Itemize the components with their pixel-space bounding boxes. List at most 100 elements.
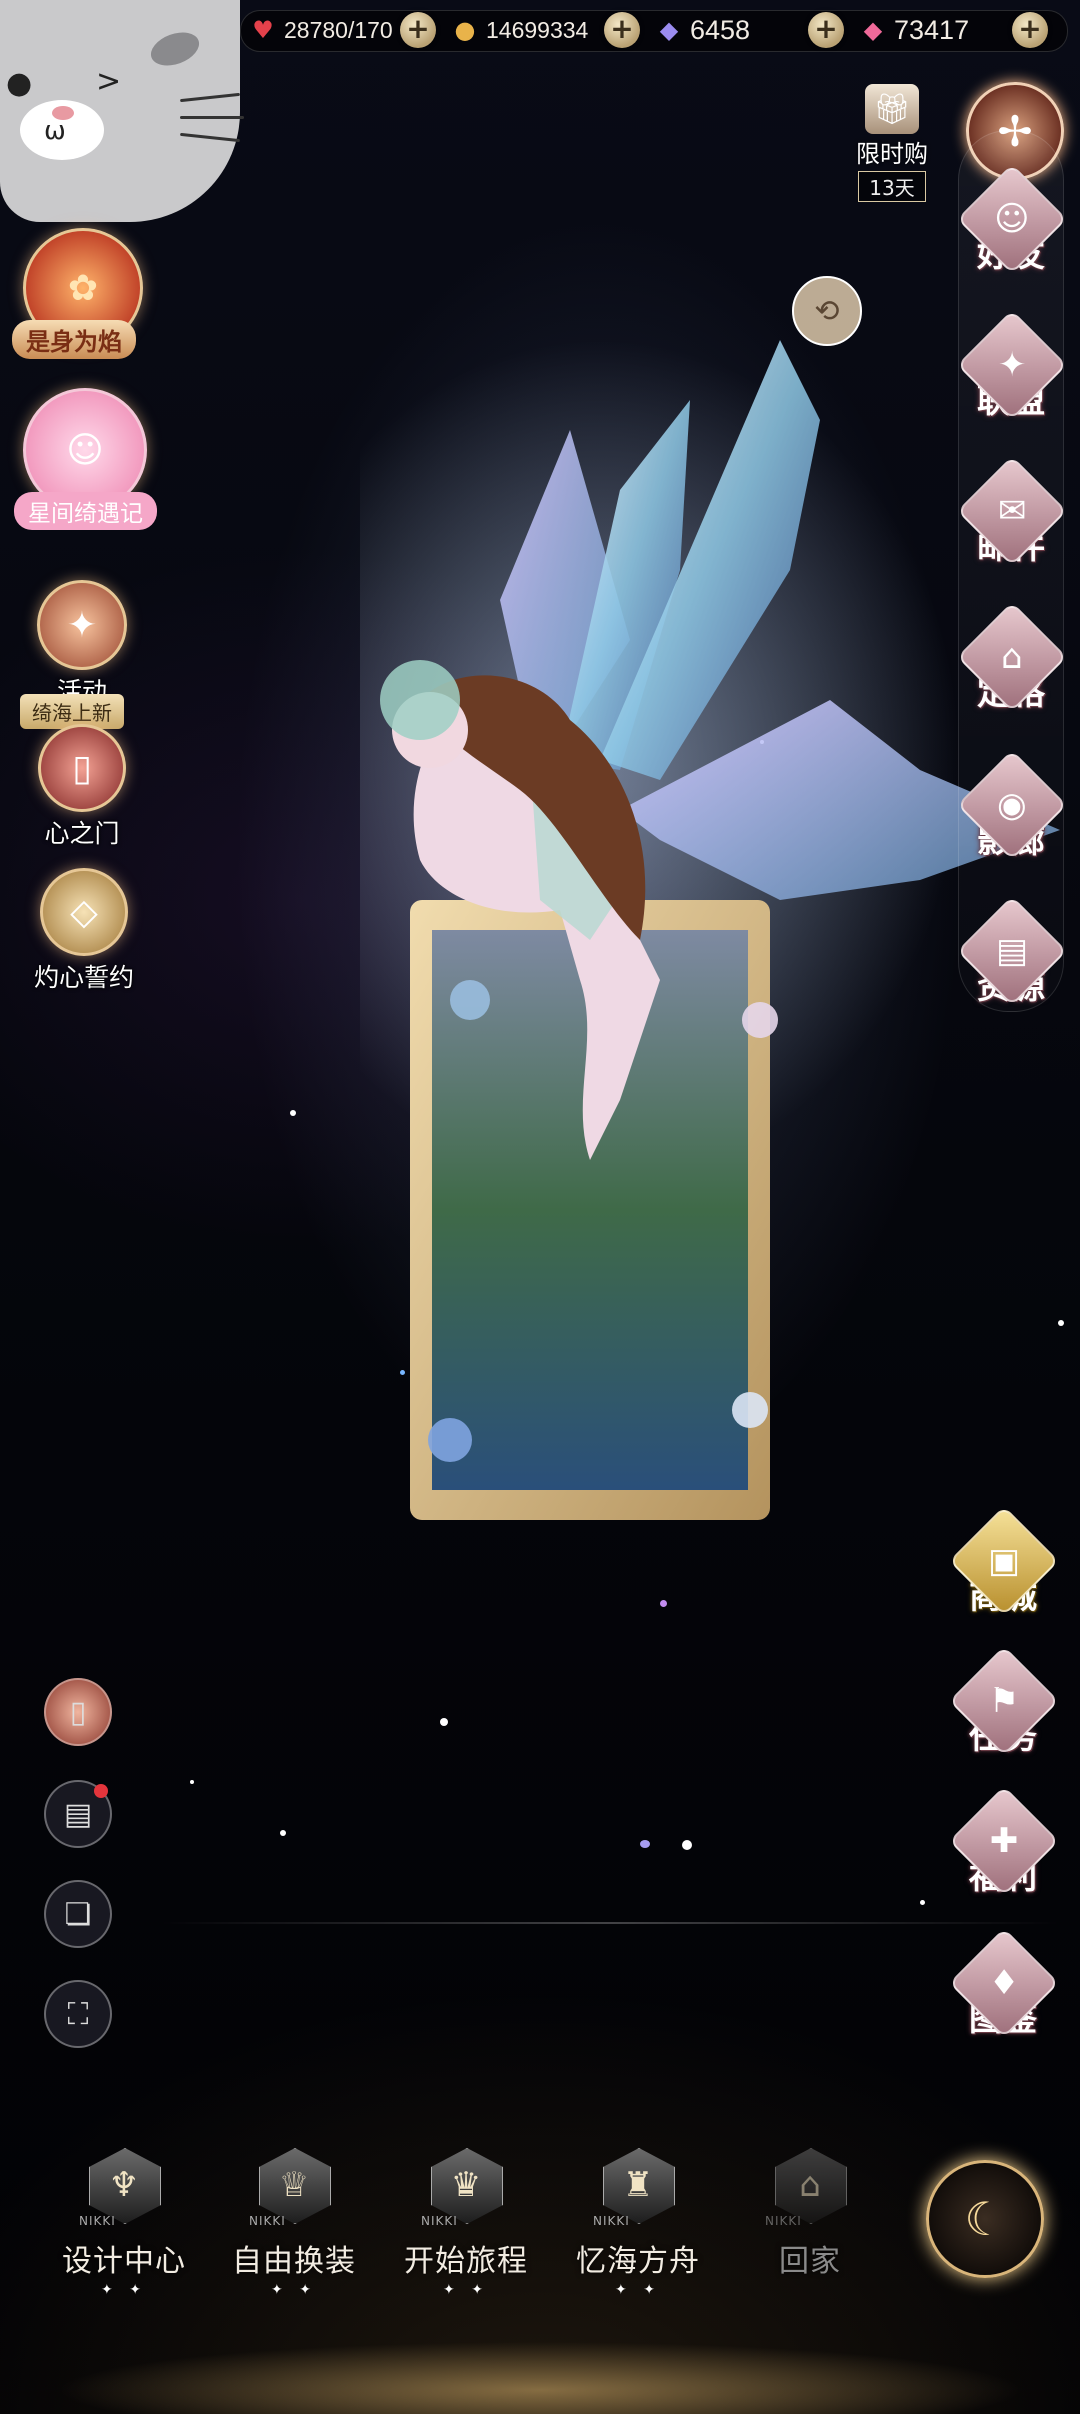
cat-whisker [180, 132, 240, 143]
document-icon: ▤ [956, 895, 1068, 1007]
heart-door-button[interactable]: ▯ 心之门 [22, 724, 142, 850]
heart-door-label: 心之门 [44, 819, 120, 848]
sparkle-decor: ✦ ✦ [443, 2282, 489, 2298]
crest-brand: NIKKI [79, 2214, 116, 2228]
cat-whisker [180, 116, 244, 119]
notice-board-icon: ▤ [63, 1796, 93, 1832]
nav-start-journey[interactable]: ♛ NIKKI 开始旅程 ✦ ✦ [386, 2140, 546, 2298]
catalog-button[interactable]: ♦ 图鉴 [948, 1927, 1060, 2054]
gallery-button[interactable]: ◉ 影廊 [956, 749, 1068, 876]
nav-home-label: 回家 [779, 2244, 841, 2279]
dress-icon: ♕ NIKKI [249, 2140, 339, 2230]
moon-compass-button[interactable]: ☾ [926, 2160, 1044, 2278]
event-star-encounter[interactable]: ☺ 星间绮遇记 [10, 388, 160, 530]
gold-counter: ● 14699334 [452, 10, 589, 50]
crest-brand: NIKKI [765, 2214, 802, 2228]
nav-wardrobe[interactable]: ♕ NIKKI 自由换装 ✦ ✦ [214, 2140, 374, 2298]
gift-box-icon: 🎁︎ [865, 84, 919, 134]
home-icon: ⌂ NIKKI [765, 2140, 855, 2230]
add-gold-button[interactable]: + [604, 12, 640, 48]
rotate-icon: ⟲ [814, 293, 840, 329]
limited-shop-button[interactable]: 🎁︎ 限时购 13天 [836, 84, 948, 202]
activity-button[interactable]: ✦ 活动 [22, 580, 142, 708]
nav-home[interactable]: ⌂ NIKKI 回家 [730, 2140, 890, 2280]
player-avatar[interactable]: ● > ω [0, 0, 244, 222]
sparkle [920, 1900, 925, 1905]
event-star-encounter-label: 星间绮遇记 [14, 492, 157, 530]
pledge-label: 灼心誓约 [33, 963, 134, 992]
blue-diamond-value: 6458 [690, 14, 751, 45]
sparkle [682, 1840, 692, 1850]
moon-star-icon: ☾ [964, 2192, 1006, 2246]
cat-ear [146, 26, 204, 72]
chat-button[interactable]: ❏ [44, 1880, 112, 1948]
fullscreen-button[interactable]: ⛶ [44, 1980, 112, 2048]
sparkle [640, 1840, 650, 1848]
mail-icon: ✉ [956, 455, 1068, 567]
divider-line [160, 1922, 1060, 1924]
tasks-button[interactable]: ⚑ 任务 [948, 1645, 1060, 1772]
pink-diamond-counter: ◆ 73417 [860, 10, 969, 50]
sparkle [660, 1600, 667, 1607]
card-icon: ♦ [948, 1927, 1060, 2039]
card-phone-button[interactable]: ▯ [44, 1678, 112, 1746]
door-icon: ▯ [38, 724, 126, 812]
shopping-bag-icon: ▣ [948, 1505, 1060, 1617]
nav-memory-ark[interactable]: ♜ NIKKI 忆海方舟 ✦ ✦ [558, 2140, 718, 2298]
stamina-value: 28780/170 [284, 16, 393, 43]
house-icon: ⌂ [956, 601, 1068, 713]
event-flame-label: 是身为焰 [12, 320, 136, 359]
add-pink-diamond-button[interactable]: + [1012, 12, 1048, 48]
nav-design-center[interactable]: ♆ NIKKI 设计中心 ✦ ✦ [44, 2140, 204, 2298]
alliance-button[interactable]: ✦ 联盟 [956, 309, 1068, 436]
mail-button[interactable]: ✉ 邮件 [956, 455, 1068, 582]
add-blue-diamond-button[interactable]: + [808, 12, 844, 48]
pink-diamond-value: 73417 [894, 14, 970, 45]
blue-diamond-icon: ◆ [659, 16, 679, 44]
cat-eye: > [96, 64, 122, 99]
sparkle-decor: ✦ ✦ [615, 2282, 661, 2298]
phone-icon: ▯ [69, 1694, 87, 1730]
chat-bubble-icon: ❏ [64, 1896, 92, 1932]
limited-shop-label: 限时购 [856, 140, 928, 168]
cat-eye: ● [6, 66, 33, 101]
resources-button[interactable]: ▤ 资源 [956, 895, 1068, 1022]
notice-button[interactable]: ▤ [44, 1780, 112, 1848]
cat-whisker [180, 92, 240, 103]
friends-button[interactable]: ☺ 好友 [956, 163, 1068, 290]
sparkle [190, 1780, 194, 1784]
add-stamina-button[interactable]: + [400, 12, 436, 48]
gold-value: 14699334 [486, 16, 589, 43]
nav-design-label: 设计中心 [62, 2244, 186, 2279]
design-center-icon: ♆ NIKKI [79, 2140, 169, 2230]
crest-brand: NIKKI [593, 2214, 630, 2228]
shop-button[interactable]: ▣ 商城 [948, 1505, 1060, 1632]
task-flag-icon: ⚑ [948, 1645, 1060, 1757]
sparkle-decor: ✦ ✦ [271, 2282, 317, 2298]
crown-icon: ♛ NIKKI [421, 2140, 511, 2230]
sparkle [290, 1110, 296, 1116]
crest-brand: NIKKI [249, 2214, 286, 2228]
ground-glow [0, 2330, 1080, 2414]
sparkle-decor: ✦ ✦ [101, 2282, 147, 2298]
pledge-button[interactable]: ◇ 灼心誓约 [14, 868, 154, 994]
limited-shop-days: 13天 [858, 171, 926, 202]
game-scene: ● > ω ♥ 28780/170 + ● 14699334 + ◆ 6458 … [0, 0, 1080, 2414]
stamina-counter: ♥ 28780/170 [250, 10, 393, 50]
cat-mouth: ω [44, 116, 66, 146]
pose-button[interactable]: ⌂ 定格 [956, 601, 1068, 728]
alliance-icon: ✦ [956, 309, 1068, 421]
friends-icon: ☺ [956, 163, 1068, 275]
star-activity-icon: ✦ [37, 580, 127, 670]
event-flame[interactable]: ✿ 是身为焰 [8, 228, 158, 359]
crest-brand: NIKKI [421, 2214, 458, 2228]
nav-wardrobe-label: 自由换装 [232, 2244, 356, 2279]
welfare-button[interactable]: ✚ 福利 [948, 1785, 1060, 1912]
fullscreen-icon: ⛶ [67, 1996, 89, 2032]
heart-icon: ♥ [252, 16, 274, 44]
ark-icon: ♜ NIKKI [593, 2140, 683, 2230]
diamond-ring-icon: ◇ [40, 868, 128, 956]
nav-journey-label: 开始旅程 [404, 2244, 528, 2279]
gift-icon: ✚ [948, 1785, 1060, 1897]
rotate-camera-button[interactable]: ⟲ [792, 276, 862, 346]
